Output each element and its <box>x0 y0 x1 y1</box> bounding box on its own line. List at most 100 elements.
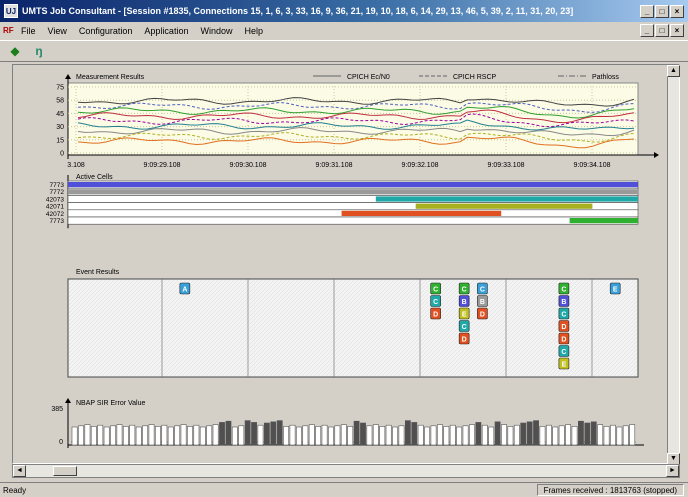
active-cell-bar <box>375 196 638 202</box>
sir-title: NBAP SIR Error Value <box>76 400 145 407</box>
sir-y-tick-max: 385 <box>51 406 63 413</box>
active-cell-bar <box>415 203 593 209</box>
sir-bar <box>219 422 225 446</box>
sir-bar <box>449 424 456 446</box>
event-marker-label: D <box>561 324 566 331</box>
measurement-x-tick-label: 9:09:29.108 <box>144 162 181 169</box>
document-icon[interactable]: RF <box>3 26 14 36</box>
status-bar: Ready Frames received : 1813763 (stopped… <box>0 482 688 497</box>
event-marker-label: C <box>462 287 467 294</box>
legend-label-2: Pathloss <box>592 74 619 81</box>
sir-bar <box>424 426 431 446</box>
sir-bar <box>411 422 418 446</box>
sir-bar <box>340 424 347 446</box>
maximize-button[interactable]: □ <box>655 4 669 18</box>
sir-bar <box>584 422 591 446</box>
sir-bar <box>270 421 277 446</box>
event-marker-label: D <box>480 312 485 319</box>
sir-bar <box>629 424 636 446</box>
sir-bar <box>552 426 559 446</box>
sir-bar <box>469 424 475 446</box>
measurement-x-tick-label: 9:09:32.108 <box>402 162 439 169</box>
event-marker-label: C <box>561 287 566 294</box>
event-marker-label: C <box>561 312 566 319</box>
scroll-left-button[interactable]: ◄ <box>13 465 26 477</box>
sir-bar <box>174 425 181 446</box>
active-cell-label: 42073 <box>46 196 64 203</box>
sir-bar <box>616 426 623 446</box>
sir-bar <box>520 422 527 446</box>
measurement-title: Measurement Results <box>76 74 145 81</box>
measurement-x-tick-label: 9:09:30.108 <box>230 162 267 169</box>
event-marker-label: B <box>561 299 566 306</box>
sir-bar <box>302 425 309 446</box>
sir-bar <box>103 426 110 446</box>
sir-bar <box>289 424 296 446</box>
sir-bar <box>206 425 213 446</box>
sir-bar <box>590 421 597 446</box>
menu-file[interactable]: File <box>15 26 42 36</box>
mdi-minimize-button[interactable]: _ <box>640 24 654 37</box>
event-marker-label: C <box>561 349 566 356</box>
sir-bar <box>610 424 616 446</box>
measurement-y-tick-label: 58 <box>56 98 64 105</box>
sir-bar <box>231 426 238 446</box>
sir-bar <box>283 426 290 446</box>
antenna-icon[interactable]: ŋ <box>30 42 48 60</box>
vertical-scrollbar[interactable]: ▲ ▼ <box>667 65 680 465</box>
event-marker-label: A <box>182 287 187 294</box>
sir-bar <box>71 426 78 446</box>
event-marker-label: D <box>433 312 438 319</box>
sir-y-tick-min: 0 <box>59 439 63 446</box>
chart-workspace: Measurement Results 75 58 45 30 15 0 3.108 9:09:… <box>12 64 680 465</box>
sir-bar <box>135 426 142 446</box>
sir-bar <box>622 425 629 446</box>
sir-bar <box>84 424 91 446</box>
minimize-button[interactable]: _ <box>640 4 654 18</box>
event-marker-label: E <box>462 312 467 319</box>
sir-bar <box>110 425 116 446</box>
sir-bar <box>385 424 392 446</box>
menu-window[interactable]: Window <box>194 26 238 36</box>
measurement-y-tick-label: 30 <box>56 124 64 131</box>
sir-bar <box>129 424 136 446</box>
scroll-thumb[interactable] <box>53 466 77 476</box>
active-cell-bar <box>68 182 638 188</box>
sir-bar <box>456 426 463 446</box>
sir-bar <box>148 424 155 446</box>
measurement-y-tick-label: 75 <box>56 85 64 92</box>
sir-bar <box>360 422 366 446</box>
scroll-up-button[interactable]: ▲ <box>667 65 680 77</box>
sir-bar <box>392 426 398 446</box>
sir-bar <box>494 421 501 446</box>
active-cell-label: 7772 <box>50 189 65 196</box>
sir-bar <box>238 425 245 446</box>
sir-bar <box>379 426 386 446</box>
horizontal-scrollbar[interactable]: ◄ ► <box>12 464 680 478</box>
active-cell-bar <box>341 210 502 216</box>
active-cell-label: 42072 <box>46 211 64 218</box>
back-arrow-icon[interactable]: ◆ <box>6 42 24 60</box>
menu-view[interactable]: View <box>42 26 73 36</box>
sir-bar <box>155 426 161 446</box>
sir-bar <box>251 422 257 446</box>
sir-bar <box>225 420 232 446</box>
scroll-right-button[interactable]: ► <box>666 465 679 477</box>
mdi-restore-button[interactable]: □ <box>655 24 669 37</box>
sir-bar <box>417 424 424 446</box>
sir-bar <box>353 420 360 446</box>
sir-bar <box>78 425 84 446</box>
menu-application[interactable]: Application <box>138 26 194 36</box>
menu-configuration[interactable]: Configuration <box>73 26 139 36</box>
active-cells-title: Active Cells <box>76 174 113 181</box>
event-marker-label: E <box>562 362 567 369</box>
mdi-close-button[interactable]: × <box>670 24 684 37</box>
sir-bar <box>90 426 97 446</box>
measurement-y-tick-label: 0 <box>60 151 64 158</box>
sir-bar <box>437 424 443 446</box>
sir-bar <box>507 426 514 446</box>
menu-help[interactable]: Help <box>238 26 269 36</box>
close-button[interactable]: × <box>670 4 684 18</box>
sir-bar <box>321 424 328 446</box>
sir-bar <box>475 422 482 446</box>
